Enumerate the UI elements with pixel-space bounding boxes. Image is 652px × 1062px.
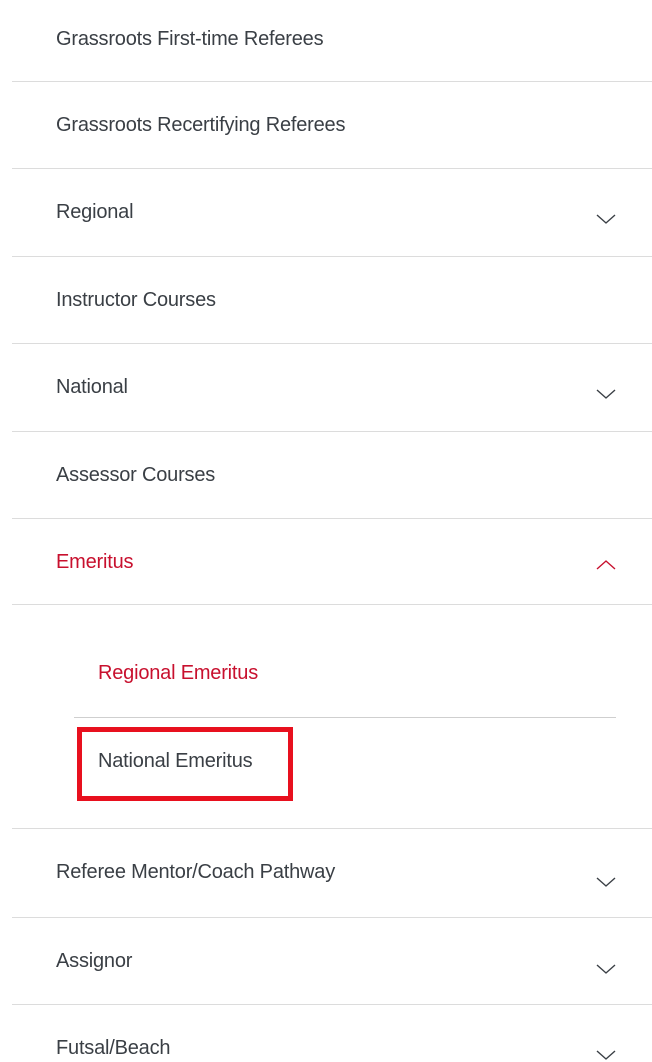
submenu-item-label: Regional Emeritus: [98, 661, 259, 684]
chevron-down-icon[interactable]: [596, 963, 616, 975]
menu-item-grassroots-recertifying[interactable]: Grassroots Recertifying Referees: [12, 82, 652, 169]
menu-item-emeritus[interactable]: Emeritus: [12, 519, 652, 606]
submenu-item-regional-emeritus[interactable]: Regional Emeritus: [74, 643, 616, 703]
menu-item-instructor-courses[interactable]: Instructor Courses: [12, 257, 652, 344]
chevron-down-icon[interactable]: [596, 876, 616, 888]
menu-item-label: National: [56, 376, 128, 398]
menu-item-label: Referee Mentor/Coach Pathway: [56, 861, 335, 883]
divider: [12, 604, 652, 605]
chevron-up-icon[interactable]: [596, 559, 616, 571]
submenu-item-national-emeritus[interactable]: National Emeritus: [74, 731, 616, 791]
menu-item-grassroots-first-time[interactable]: Grassroots First-time Referees: [12, 0, 652, 83]
menu-item-label: Grassroots Recertifying Referees: [56, 114, 346, 136]
menu-item-label: Instructor Courses: [56, 289, 216, 311]
sub-divider: [74, 717, 616, 718]
menu-item-label: Assessor Courses: [56, 464, 216, 486]
chevron-down-icon[interactable]: [596, 213, 616, 225]
chevron-down-icon[interactable]: [596, 388, 616, 400]
chevron-down-icon[interactable]: [596, 1049, 616, 1061]
menu-item-label: Regional: [56, 201, 134, 223]
menu-item-regional[interactable]: Regional: [12, 169, 652, 256]
menu-item-label: Grassroots First-time Referees: [56, 28, 324, 50]
menu-item-referee-mentor-coach-pathway[interactable]: Referee Mentor/Coach Pathway: [12, 829, 652, 916]
menu-item-assessor-courses[interactable]: Assessor Courses: [12, 432, 652, 519]
side-menu: Grassroots First-time Referees Grassroot…: [0, 0, 652, 1062]
menu-item-label: Emeritus: [56, 551, 134, 573]
menu-item-label: Assignor: [56, 950, 133, 972]
menu-item-national[interactable]: National: [12, 344, 652, 431]
menu-item-futsal-beach[interactable]: Futsal/Beach: [12, 1005, 652, 1062]
menu-item-assignor[interactable]: Assignor: [12, 918, 652, 1005]
menu-item-label: Futsal/Beach: [56, 1037, 171, 1059]
submenu-item-label: National Emeritus: [98, 749, 253, 772]
